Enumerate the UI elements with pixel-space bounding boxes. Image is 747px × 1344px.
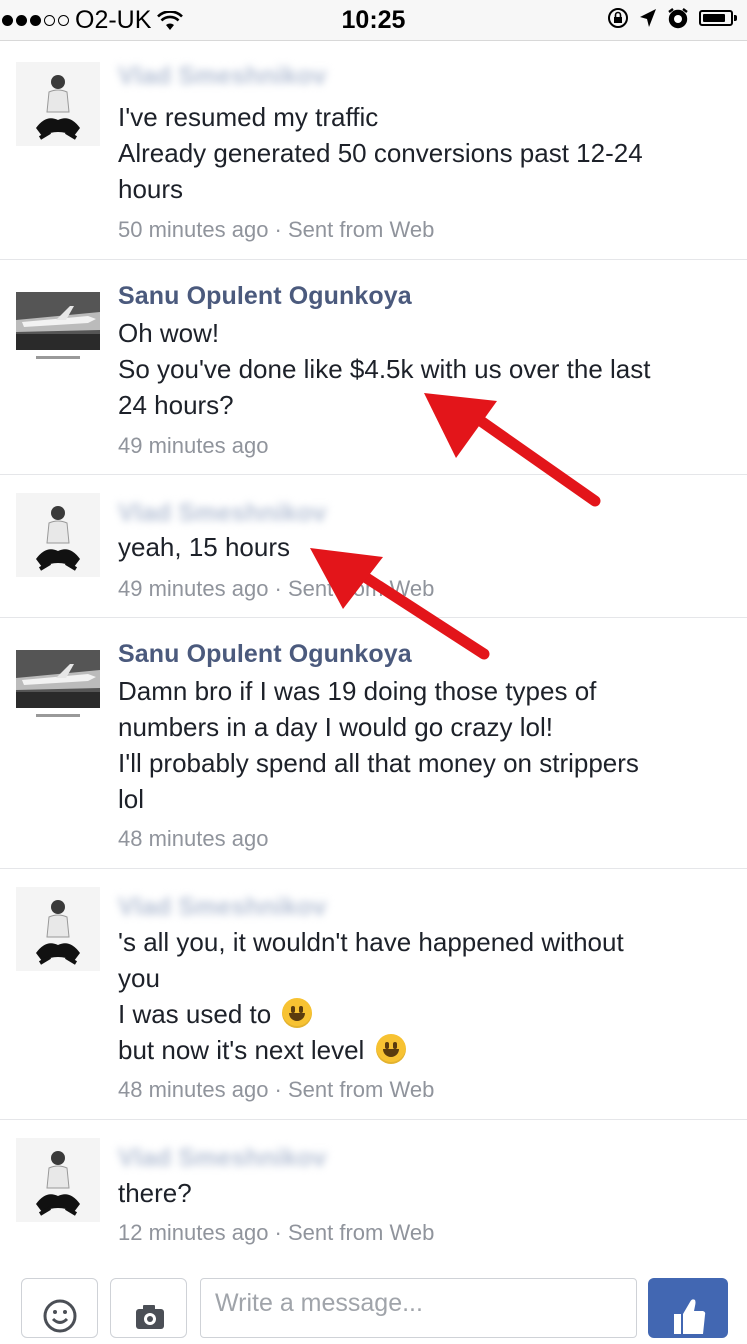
thumbs-up-icon [674, 1299, 706, 1334]
signal-strength-icon [2, 15, 69, 26]
camera-icon [136, 1305, 164, 1329]
smiley-emoji-icon [375, 1034, 406, 1064]
man-avatar[interactable] [16, 493, 100, 577]
sender-name-blurred: Vlad Smeshnikov [118, 1144, 327, 1172]
message-text: I've resumed my traffic Already generate… [118, 102, 643, 204]
man-avatar[interactable] [16, 1138, 100, 1222]
message-item: Vlad Smeshnikov I've resumed my traffic … [0, 44, 747, 260]
message-text: yeah, 15 hours [118, 532, 291, 562]
sender-name-blurred: Vlad Smeshnikov [118, 499, 327, 527]
message-item: Vlad Smeshnikov there? 12 minutes ago · … [0, 1120, 747, 1262]
status-bar: O2-UK 10:25 [0, 0, 747, 41]
message-text: Oh wow! So you've done like $4.5k with u… [118, 318, 651, 420]
rotation-lock-icon [608, 8, 628, 28]
message-meta: 48 minutes ago · Sent from Web [118, 1077, 435, 1102]
carrier-name: O2-UK [75, 6, 152, 34]
sender-name[interactable]: Sanu Opulent Ogunkoya [118, 640, 412, 669]
smiley-icon [43, 1299, 77, 1333]
jet-avatar[interactable] [16, 286, 100, 370]
message-meta: 49 minutes ago · Sent from Web [118, 576, 435, 601]
message-text: 's all you, it wouldn't have happened wi… [118, 927, 624, 1065]
message-text: Damn bro if I was 19 doing those types o… [118, 676, 639, 814]
alarm-icon [668, 8, 688, 29]
message-input[interactable] [200, 1278, 637, 1338]
message-meta: 48 minutes ago [118, 826, 269, 851]
man-avatar[interactable] [16, 887, 100, 971]
smiley-emoji-icon [282, 998, 313, 1028]
sender-name-blurred: Vlad Smeshnikov [118, 62, 327, 90]
message-meta: 12 minutes ago · Sent from Web [118, 1220, 435, 1245]
jet-avatar[interactable] [16, 644, 100, 728]
message-composer [0, 1262, 747, 1338]
camera-button[interactable] [110, 1278, 187, 1338]
wifi-icon [157, 10, 184, 30]
battery-icon [699, 10, 737, 26]
message-item: Sanu Opulent Ogunkoya Oh wow! So you've … [0, 260, 747, 475]
sender-name-blurred: Vlad Smeshnikov [118, 893, 327, 921]
location-arrow-icon [640, 9, 656, 27]
message-meta: 49 minutes ago [118, 433, 269, 458]
man-avatar[interactable] [16, 62, 100, 146]
message-item: Vlad Smeshnikov 's all you, it wouldn't … [0, 869, 747, 1120]
like-button[interactable] [648, 1278, 728, 1338]
sender-name[interactable]: Sanu Opulent Ogunkoya [118, 282, 412, 311]
message-text: there? [118, 1178, 192, 1208]
emoji-button[interactable] [21, 1278, 98, 1338]
carrier-info: O2-UK [2, 6, 184, 35]
message-item: Vlad Smeshnikov yeah, 15 hours 49 minute… [0, 475, 747, 618]
message-meta: 50 minutes ago · Sent from Web [118, 217, 435, 242]
message-item: Sanu Opulent Ogunkoya Damn bro if I was … [0, 618, 747, 869]
